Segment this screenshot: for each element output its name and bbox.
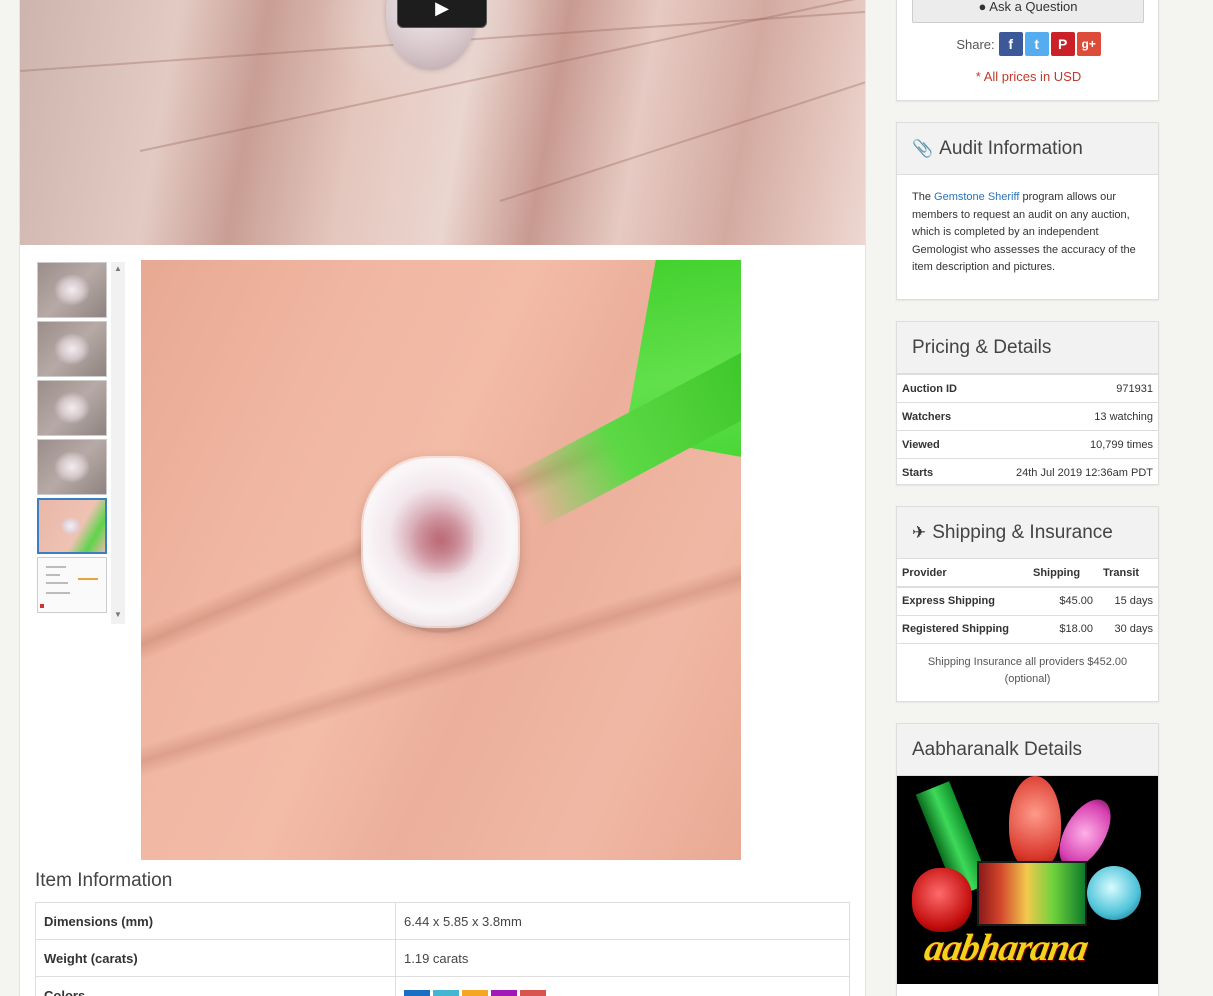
pinterest-icon: P <box>1057 36 1068 52</box>
paperclip-icon: 📎 <box>912 138 934 158</box>
table-row: Colors <box>35 976 850 996</box>
pricing-heading: Pricing & Details <box>897 322 1158 374</box>
thumbnail-selected[interactable] <box>37 498 107 554</box>
column-header: Provider <box>897 559 1028 588</box>
facebook-share-button[interactable]: f <box>998 32 1023 56</box>
shipping-transit: 15 days <box>1098 587 1158 616</box>
actions-panel: ● Ask a Question Share: f t P g+ * All p… <box>896 0 1159 101</box>
play-icon: ▶ <box>435 0 449 18</box>
audit-panel: 📎 Audit Information The Gemstone Sheriff… <box>896 122 1159 300</box>
color-swatch[interactable] <box>520 990 546 996</box>
table-header-row: Provider Shipping Transit <box>897 559 1158 588</box>
pricing-panel: Pricing & Details Auction ID 971931 Watch… <box>896 321 1159 485</box>
google-plus-share-button[interactable]: g+ <box>1076 32 1101 56</box>
seller-logo[interactable]: aabharana <box>897 776 1158 984</box>
table-row: Registered Shipping $18.00 30 days <box>897 615 1158 644</box>
shipping-panel: ✈ Shipping & Insurance Provider Shipping… <box>896 506 1159 702</box>
facebook-icon: f <box>1008 36 1013 52</box>
row-label: Weight (carats) <box>35 939 396 977</box>
row-value: 24th Jul 2019 12:36am PDT <box>977 458 1158 484</box>
shipping-insurance-note: Shipping Insurance all providers $452.00… <box>927 655 1128 685</box>
color-swatch[interactable] <box>462 990 488 996</box>
google-plus-icon: g+ <box>1081 37 1096 51</box>
color-swatch[interactable] <box>433 990 459 996</box>
row-label: Colors <box>35 976 396 996</box>
pinterest-share-button[interactable]: P <box>1050 32 1075 56</box>
scroll-up-icon[interactable]: ▲ <box>114 264 122 273</box>
scroll-down-icon[interactable]: ▼ <box>114 610 122 619</box>
table-row: Express Shipping $45.00 15 days <box>897 587 1158 616</box>
table-row: Watchers 13 watching <box>897 402 1158 431</box>
item-information-heading: Item Information <box>35 870 173 891</box>
row-label: Auction ID <box>897 374 978 403</box>
row-value: 1.19 carats <box>395 939 850 977</box>
main-product-image[interactable] <box>141 260 741 860</box>
thumbnail[interactable] <box>37 262 107 318</box>
airplane-icon: ✈ <box>912 522 927 542</box>
item-information-table: Dimensions (mm) 6.44 x 5.85 x 3.8mm Weig… <box>35 902 850 996</box>
thumbnail-scrollbar[interactable]: ▲ ▼ <box>111 262 125 624</box>
thumbnail[interactable] <box>37 439 107 495</box>
shipping-table: Provider Shipping Transit Express Shippi… <box>897 559 1158 644</box>
table-row: Auction ID 971931 <box>897 374 1158 403</box>
prices-currency-note: * All prices in USD <box>975 69 1082 84</box>
gemstone-sheriff-link[interactable]: Gemstone Sheriff <box>934 191 1019 203</box>
row-value: 13 watching <box>977 402 1158 431</box>
color-swatch[interactable] <box>404 990 430 996</box>
row-label: Viewed <box>897 430 978 459</box>
row-label: Dimensions (mm) <box>35 902 396 940</box>
twitter-icon: t <box>1034 36 1039 52</box>
shipping-cost: $18.00 <box>1028 615 1098 644</box>
table-row: Weight (carats) 1.19 carats <box>35 939 850 977</box>
color-swatch[interactable] <box>491 990 517 996</box>
comment-icon: ● <box>978 0 987 14</box>
share-label: Share: <box>956 36 995 52</box>
row-label: Starts <box>897 458 978 484</box>
table-row: Dimensions (mm) 6.44 x 5.85 x 3.8mm <box>35 902 850 940</box>
row-value: 971931 <box>977 374 1158 403</box>
share-bar: Share: f t P g+ <box>897 32 1158 56</box>
shipping-heading: ✈ Shipping & Insurance <box>897 507 1158 559</box>
column-header: Shipping <box>1028 559 1098 588</box>
shipping-transit: 30 days <box>1098 615 1158 644</box>
gemstone-image <box>363 458 518 626</box>
pricing-table: Auction ID 971931 Watchers 13 watching Vie… <box>897 374 1158 484</box>
seller-panel: Aabharanalk Details aabharana <box>896 723 1159 996</box>
row-value: 10,799 times <box>977 430 1158 459</box>
color-swatches <box>395 976 850 996</box>
seller-brand-text: aabharana <box>921 927 1091 969</box>
row-label: Watchers <box>897 402 978 431</box>
video-player[interactable]: ▶ <box>20 0 865 245</box>
thumbnail[interactable] <box>37 380 107 436</box>
twitter-share-button[interactable]: t <box>1024 32 1049 56</box>
audit-description: The Gemstone Sheriff program allows our … <box>912 191 1136 273</box>
shipping-provider: Express Shipping <box>897 587 1028 616</box>
main-content: ▶ ▲ ▼ Item Information Dimensions (mm) 6… <box>19 0 866 996</box>
column-header: Transit <box>1098 559 1158 588</box>
ask-question-button[interactable]: ● Ask a Question <box>912 0 1144 23</box>
seller-heading: Aabharanalk Details <box>897 724 1158 776</box>
table-row: Starts 24th Jul 2019 12:36am PDT <box>897 458 1158 484</box>
audit-heading: 📎 Audit Information <box>897 123 1158 175</box>
shipping-provider: Registered Shipping <box>897 615 1028 644</box>
thumbnail-certificate[interactable] <box>37 557 107 613</box>
shipping-cost: $45.00 <box>1028 587 1098 616</box>
table-row: Viewed 10,799 times <box>897 430 1158 459</box>
thumbnail[interactable] <box>37 321 107 377</box>
play-button[interactable]: ▶ <box>397 0 487 28</box>
row-value: 6.44 x 5.85 x 3.8mm <box>395 902 850 940</box>
